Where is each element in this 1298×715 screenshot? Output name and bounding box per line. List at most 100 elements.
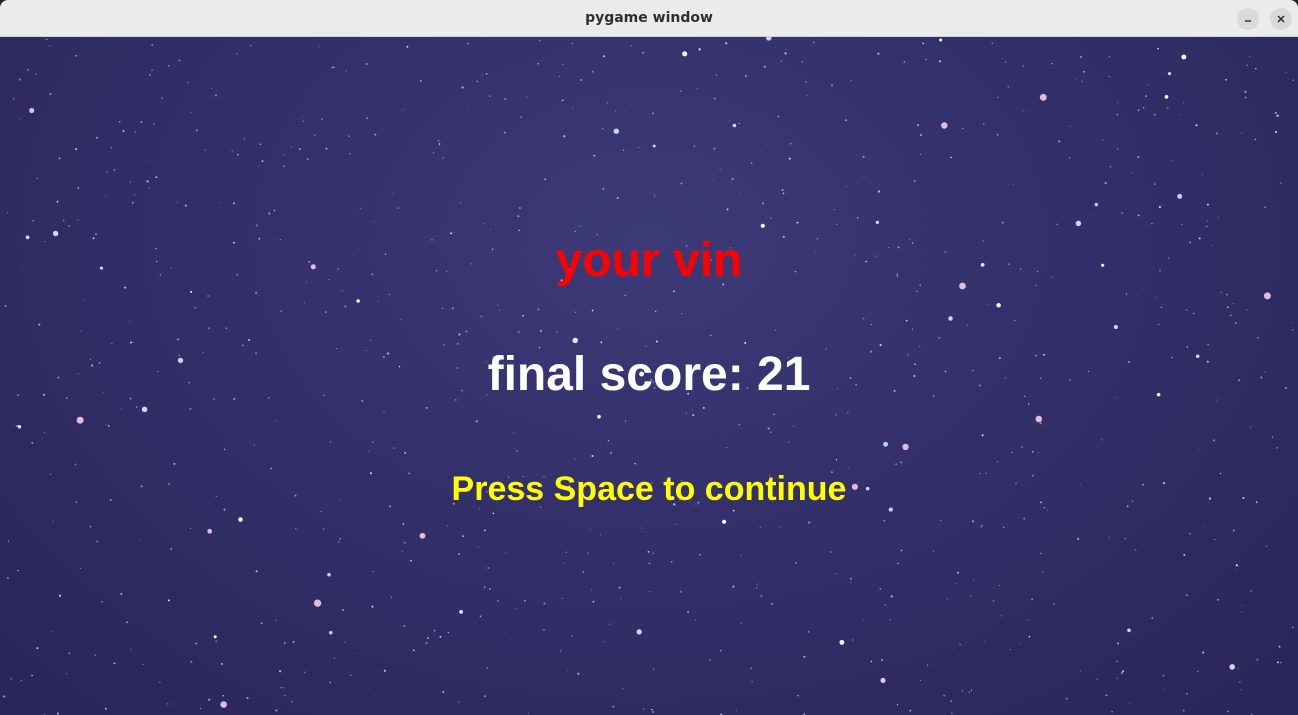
star [1195, 124, 1198, 127]
star [142, 663, 144, 665]
star [780, 60, 782, 62]
star [1120, 671, 1124, 674]
star [260, 622, 263, 625]
star [365, 63, 368, 65]
star [624, 294, 627, 297]
star [339, 538, 341, 540]
star [687, 610, 690, 613]
star [672, 290, 675, 293]
star [1137, 214, 1140, 217]
star [258, 164, 260, 166]
star [1094, 202, 1099, 207]
star [120, 408, 122, 410]
minimize-button[interactable] [1237, 8, 1259, 30]
star [371, 441, 374, 443]
star [75, 54, 78, 57]
star [597, 414, 601, 419]
star [189, 407, 192, 410]
star [675, 524, 677, 526]
star [214, 94, 218, 97]
star [1113, 325, 1118, 329]
star [161, 97, 163, 99]
star [1108, 536, 1110, 539]
game-canvas[interactable]: your vin final score: 21 Press Space to … [0, 37, 1298, 715]
star [167, 599, 170, 602]
star [32, 219, 35, 222]
star [788, 157, 791, 160]
star [654, 196, 656, 198]
star [1235, 564, 1238, 567]
star [17, 569, 19, 572]
star [1275, 130, 1278, 134]
star [190, 528, 191, 530]
star [1052, 603, 1055, 605]
star [483, 223, 485, 225]
star [719, 649, 722, 652]
star [477, 546, 480, 548]
star [774, 329, 777, 331]
star [732, 509, 735, 512]
star [919, 134, 922, 136]
star [410, 559, 412, 562]
star [779, 527, 781, 529]
star [401, 550, 403, 552]
star [1137, 156, 1140, 159]
star [31, 441, 34, 444]
star [563, 562, 565, 564]
star [682, 51, 688, 57]
star [617, 328, 619, 330]
star [437, 139, 440, 142]
star [895, 463, 897, 465]
bright-star [1035, 415, 1043, 423]
star [789, 142, 792, 145]
star [458, 701, 460, 703]
star [412, 649, 415, 652]
star [400, 318, 402, 320]
star [321, 118, 323, 120]
bright-star [220, 701, 227, 708]
star [980, 526, 982, 528]
star [526, 96, 528, 98]
star [571, 635, 573, 637]
star [393, 447, 395, 449]
star [845, 186, 847, 188]
star [812, 41, 815, 44]
star [290, 146, 292, 148]
star [1069, 157, 1071, 159]
star [829, 551, 832, 553]
star [403, 541, 406, 544]
star [833, 208, 835, 210]
star [1116, 114, 1118, 116]
star [740, 193, 742, 195]
star [1012, 183, 1014, 185]
star [763, 65, 766, 68]
title-bar[interactable]: pygame window [0, 0, 1298, 37]
star [350, 674, 352, 676]
star [766, 37, 772, 41]
star [1274, 112, 1277, 114]
star [1122, 670, 1124, 673]
star [698, 48, 701, 51]
star [1120, 212, 1123, 215]
star [881, 659, 883, 661]
star [170, 547, 173, 550]
star [1280, 182, 1282, 184]
star [955, 582, 957, 585]
star [374, 133, 377, 136]
star [89, 525, 92, 528]
close-button[interactable] [1270, 8, 1292, 30]
star [333, 657, 335, 659]
star [219, 201, 221, 203]
star [647, 550, 650, 553]
star [1256, 658, 1259, 661]
star [1102, 139, 1104, 141]
star [1155, 297, 1157, 299]
star [850, 80, 852, 82]
star [1225, 78, 1227, 81]
star [1154, 113, 1156, 116]
star [178, 59, 181, 62]
star [1069, 125, 1071, 127]
star [159, 681, 161, 684]
bright-star [313, 599, 322, 607]
star [1023, 517, 1026, 520]
